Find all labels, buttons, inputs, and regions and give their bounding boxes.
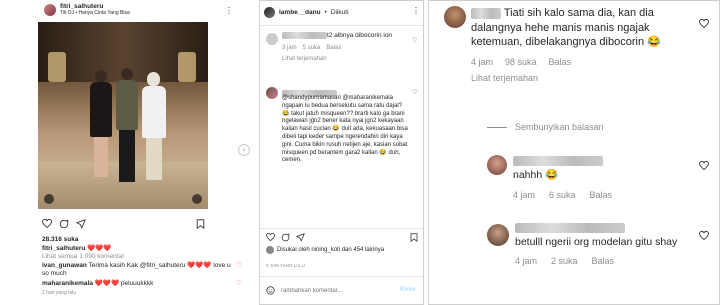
comment-icon[interactable]	[59, 219, 69, 229]
comment-like-icon[interactable]	[699, 231, 709, 240]
thread-header: lambe__danu • Diikuti	[264, 7, 421, 18]
avatar[interactable]	[266, 87, 278, 99]
avatar[interactable]	[44, 3, 56, 16]
share-icon[interactable]	[76, 219, 86, 229]
share-icon[interactable]	[296, 233, 305, 242]
comment-time: 3 jam	[282, 45, 297, 52]
comment-like-icon[interactable]: ♡	[412, 37, 417, 44]
more-options-icon[interactable]: ⋮	[225, 6, 233, 15]
post-comment-button[interactable]: Kirim	[400, 287, 415, 293]
mute-icon[interactable]	[192, 194, 202, 204]
comment-like-icon[interactable]: ♡	[236, 280, 242, 289]
redacted-username	[515, 223, 625, 234]
post-text-area: 28.316 suka fitri_salhuteru ❤️❤️❤️ Lihat…	[42, 236, 242, 297]
translate-link[interactable]: Lihat terjemahan	[282, 55, 407, 63]
redacted-username	[513, 156, 603, 167]
comment-text: nahhh 😂	[513, 169, 559, 181]
redacted-username	[471, 7, 501, 19]
comment-row: ivan_gunawan Terima kasih Kak @fitri_sal…	[42, 262, 242, 279]
heart-icon[interactable]	[266, 233, 275, 241]
heart-icon[interactable]	[42, 219, 52, 228]
divider	[260, 276, 423, 277]
comment-likes[interactable]: 98 suka	[505, 55, 537, 70]
view-all-comments-link[interactable]: Lihat semua 1.090 komentar	[42, 253, 242, 262]
replies-panel: Tiati sih kalo sama dia, kan dia dalangn…	[428, 0, 720, 305]
reply-comment: nahhh 😂 4 jam 6 suka Balas	[513, 154, 693, 202]
comment-like-icon[interactable]: ♡	[236, 262, 242, 279]
save-icon[interactable]	[196, 219, 205, 229]
thread-username[interactable]: lambe__danu	[279, 9, 321, 16]
comment-username[interactable]: maharanikemala	[42, 280, 93, 287]
comment-username[interactable]: ivan_gunawan	[42, 262, 87, 269]
avatar[interactable]	[264, 7, 275, 18]
liked-by-text[interactable]: Disukai oleh nining_koti dan 454 lainnya	[277, 247, 384, 253]
avatar	[266, 246, 274, 254]
comment-like-icon[interactable]: ♡	[412, 89, 417, 96]
comment-likes[interactable]: 5 suka	[303, 44, 321, 52]
reply-button[interactable]: Balas	[326, 44, 341, 52]
post-header: fitri_salhuteru Titi DJ • Hanya Cinta Ya…	[44, 3, 130, 16]
avatar[interactable]	[487, 155, 507, 175]
comment-likes[interactable]: 6 suka	[549, 188, 576, 202]
music-label[interactable]: Titi DJ • Hanya Cinta Yang Bisa	[60, 10, 130, 16]
comment-likes[interactable]: 2 suka	[551, 255, 578, 269]
caption-text: ❤️❤️❤️	[87, 244, 112, 252]
comment-time: 4 jam	[471, 56, 494, 67]
comment: t2 albnya dibocorin ion 3 jam 5 suka Bal…	[282, 32, 407, 63]
comment-time: 4 jam	[513, 190, 536, 200]
reply-comment: betulll ngerii org modelan gitu shay 4 j…	[515, 222, 695, 269]
follow-status[interactable]: Diikuti	[331, 9, 349, 16]
comment-row: maharanikemala ❤️❤️❤️ peluuukkkk ♡	[42, 280, 242, 289]
redacted-username	[282, 32, 327, 39]
comment-icon[interactable]	[281, 233, 290, 242]
likes-count[interactable]: 28.316 suka	[42, 236, 242, 245]
comment-like-icon[interactable]	[699, 161, 709, 170]
avatar[interactable]	[444, 6, 466, 28]
divider	[487, 126, 507, 128]
comment-text: @shandypurnamasari @maharanikemala ngapa…	[282, 95, 408, 164]
post-username[interactable]: fitri_salhuteru	[60, 3, 130, 10]
user-tag-icon[interactable]	[44, 194, 54, 204]
post-photo[interactable]	[38, 22, 208, 209]
comment-text: ❤️❤️❤️ peluuukkkk	[94, 279, 154, 287]
comment-text: t2 albnya dibocorin ion	[327, 32, 393, 40]
main-comment: Tiati sih kalo sama dia, kan dia dalangn…	[471, 6, 691, 86]
next-arrow-icon[interactable]: ›	[238, 144, 250, 156]
caption-username[interactable]: fitri_salhuteru	[42, 245, 85, 252]
comment-time: 4 jam	[515, 256, 538, 266]
divider	[260, 228, 423, 229]
avatar[interactable]	[266, 33, 278, 45]
comment-text: betulll ngerii org modelan gitu shay	[515, 235, 678, 248]
reply-button[interactable]: Balas	[590, 188, 613, 202]
instagram-post-panel: fitri_salhuteru Titi DJ • Hanya Cinta Ya…	[0, 0, 255, 305]
reply-button[interactable]: Balas	[549, 55, 572, 70]
divider	[260, 25, 423, 26]
more-options-icon[interactable]: ⋮	[412, 6, 420, 15]
comment-like-icon[interactable]	[699, 19, 709, 28]
hide-replies-toggle[interactable]: Sembunyikan balasan	[487, 122, 604, 132]
comment-thread-panel: lambe__danu • Diikuti ⋮ t2 albnya diboco…	[259, 0, 424, 305]
emoji-icon[interactable]	[266, 286, 275, 295]
reply-button[interactable]: Balas	[592, 255, 615, 269]
liked-by-row: Disukai oleh nining_koti dan 454 lainnya	[266, 246, 422, 254]
post-time: 2 hari yang lalu	[42, 289, 76, 296]
thread-actions	[266, 233, 305, 242]
post-actions	[42, 219, 86, 229]
add-comment-input[interactable]	[280, 285, 390, 296]
translate-link[interactable]: Lihat terjemahan	[471, 71, 691, 86]
hide-replies-label[interactable]: Sembunyikan balasan	[515, 122, 604, 132]
save-icon[interactable]	[410, 233, 418, 242]
post-time: 5 JAM YANG LALU	[266, 263, 305, 268]
avatar[interactable]	[487, 224, 509, 246]
